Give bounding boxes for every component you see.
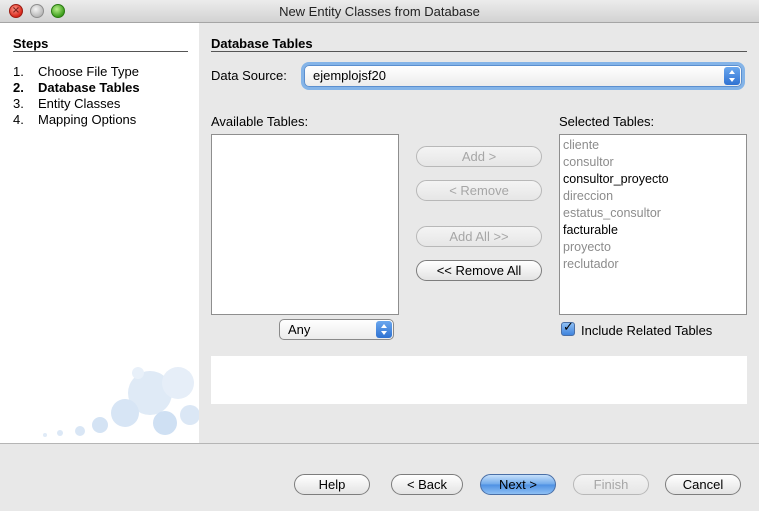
steps-panel: Steps 1. Choose File Type 2. Database Tabl…	[0, 23, 199, 443]
steps-divider	[13, 51, 188, 52]
list-item[interactable]: consultor	[563, 155, 614, 169]
steps-heading: Steps	[13, 36, 49, 51]
list-item[interactable]: reclutador	[563, 257, 619, 271]
step-label: Mapping Options	[38, 112, 137, 127]
table-filter-select[interactable]: Any	[279, 319, 394, 340]
available-tables-label: Available Tables:	[211, 114, 309, 129]
finish-button[interactable]: Finish	[573, 474, 649, 495]
list-item[interactable]: facturable	[563, 223, 618, 237]
list-item[interactable]: cliente	[563, 138, 599, 152]
chevron-updown-icon	[376, 321, 392, 338]
title-bar: × New Entity Classes from Database	[0, 0, 759, 23]
back-button[interactable]: < Back	[391, 474, 463, 495]
checkmark-icon: ✓	[563, 320, 574, 335]
next-button[interactable]: Next >	[480, 474, 556, 495]
list-item[interactable]: estatus_consultor	[563, 206, 661, 220]
table-filter-value: Any	[288, 322, 311, 337]
cancel-button[interactable]: Cancel	[665, 474, 741, 495]
data-source-select[interactable]: ejemplojsf20	[304, 65, 742, 87]
section-title: Database Tables	[211, 36, 313, 51]
step-number: 2.	[13, 80, 24, 95]
remove-all-button[interactable]: << Remove All	[416, 260, 542, 281]
data-source-value: ejemplojsf20	[313, 68, 386, 83]
step-mapping-options: 4. Mapping Options	[13, 112, 136, 127]
section-divider	[211, 51, 747, 52]
step-number: 3.	[13, 96, 24, 111]
include-related-label: Include Related Tables	[581, 323, 713, 338]
help-button[interactable]: Help	[294, 474, 370, 495]
window-title: New Entity Classes from Database	[279, 4, 480, 19]
decorative-bubbles-graphic	[43, 367, 199, 437]
step-choose-file-type: 1. Choose File Type	[13, 64, 139, 79]
chevron-updown-icon	[724, 67, 740, 85]
remove-button[interactable]: < Remove	[416, 180, 542, 201]
step-number: 1.	[13, 64, 24, 79]
list-item[interactable]: proyecto	[563, 240, 611, 254]
step-entity-classes: 3. Entity Classes	[13, 96, 120, 111]
step-label: Database Tables	[38, 80, 140, 95]
include-related-checkbox[interactable]: ✓	[561, 320, 575, 336]
step-number: 4.	[13, 112, 24, 127]
data-source-label: Data Source:	[211, 68, 287, 83]
footer-divider	[0, 443, 759, 444]
list-item[interactable]: consultor_proyecto	[563, 172, 669, 186]
add-all-button[interactable]: Add All >>	[416, 226, 542, 247]
selected-tables-list[interactable]: cliente consultor consultor_proyecto dir…	[559, 134, 747, 315]
step-label: Choose File Type	[38, 64, 139, 79]
available-tables-list[interactable]	[211, 134, 399, 315]
add-button[interactable]: Add >	[416, 146, 542, 167]
message-area	[211, 356, 747, 404]
list-item[interactable]: direccion	[563, 189, 613, 203]
step-label: Entity Classes	[38, 96, 121, 111]
selected-tables-label: Selected Tables:	[559, 114, 655, 129]
step-database-tables: 2. Database Tables	[13, 80, 140, 95]
